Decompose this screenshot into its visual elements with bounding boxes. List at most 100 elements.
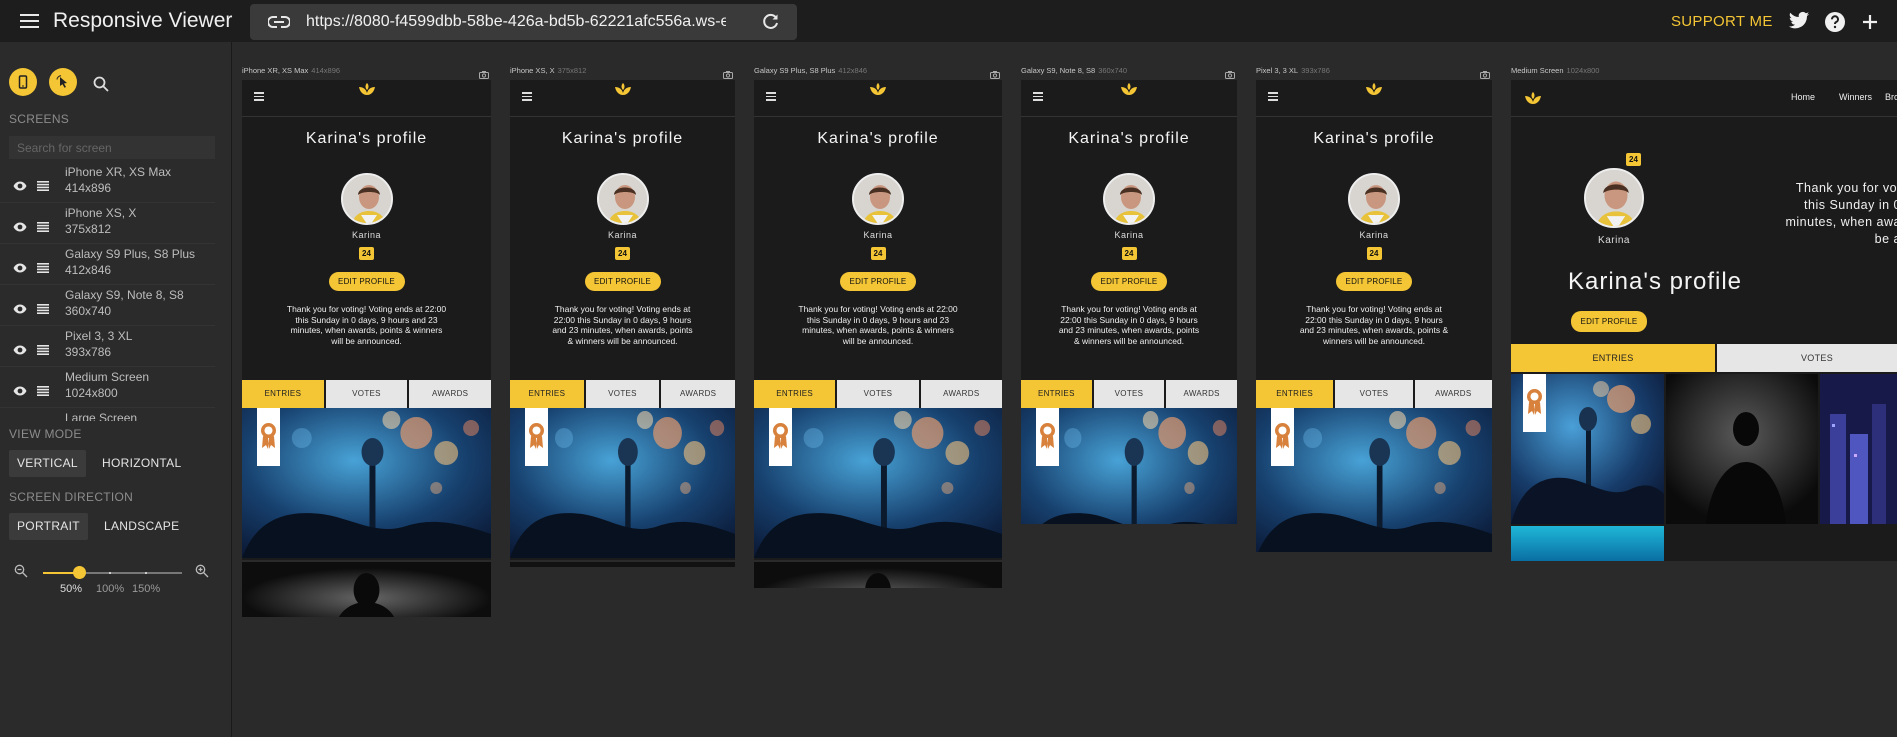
entry-thumbnail[interactable] [1256,408,1492,552]
medium-screen-preview[interactable]: Home Winners Bro 24 Karina Thank you for… [1511,80,1897,561]
drag-handle-icon[interactable] [37,260,49,278]
nav-winners-link[interactable]: Winners [1839,92,1872,102]
view-mode-horizontal-button[interactable]: HORIZONTAL [94,450,189,477]
entry-thumbnail[interactable] [1820,374,1897,524]
voting-message-line: and 23 minutes, when awards, points [1058,325,1200,335]
support-me-link[interactable]: SUPPORT ME [1671,13,1773,30]
landscape-button[interactable]: LANDSCAPE [96,513,187,540]
drag-handle-icon[interactable] [37,178,49,196]
tab-entries[interactable]: ENTRIES [242,380,324,408]
zoom-label-50[interactable]: 50% [60,583,82,595]
screen-dims: 393x786 [65,345,112,359]
zoom-label-100[interactable]: 100% [96,583,124,595]
drag-handle-icon[interactable] [37,383,49,401]
search-icon[interactable] [93,76,109,92]
twitter-icon[interactable] [1788,11,1810,31]
visibility-eye-icon[interactable] [13,383,27,401]
edit-profile-button[interactable]: EDIT PROFILE [584,272,661,291]
visibility-eye-icon[interactable] [13,342,27,360]
tab-entries[interactable]: ENTRIES [1511,344,1715,372]
entry-thumbnail[interactable] [1666,374,1818,524]
screen-search-input[interactable] [9,136,215,159]
edit-profile-button[interactable]: EDIT PROFILE [1091,272,1167,291]
screen-list-item[interactable]: iPhone XS, X 375x812 [0,204,215,244]
nav-browse-link[interactable]: Bro [1885,92,1897,102]
voting-message-line: Thank you for voting! Voting ends at [554,304,691,314]
tab-entries[interactable]: ENTRIES [754,380,836,408]
menu-icon[interactable] [1268,92,1278,103]
zoom-in-icon[interactable] [195,564,209,578]
device-preview-frame[interactable]: Karina's profile Karina 24 EDIT PROFILE Than… [242,80,491,617]
visibility-eye-icon[interactable] [13,301,27,319]
screen-list-item[interactable]: Large Screen [0,409,215,421]
tab-votes[interactable]: VOTES [1093,380,1165,408]
menu-icon[interactable] [766,92,776,103]
visibility-eye-icon[interactable] [13,219,27,237]
inspect-mode-button[interactable] [49,68,77,96]
tab-entries[interactable]: ENTRIES [510,380,584,408]
entry-thumbnail[interactable] [1511,374,1664,524]
drag-handle-icon[interactable] [37,301,49,319]
tab-awards[interactable]: AWARDS [920,380,1002,408]
portrait-button[interactable]: PORTRAIT [9,513,88,540]
device-preview-frame[interactable]: Karina's profile Karina 24 EDIT PROFILE Than… [1021,80,1237,524]
device-mode-button[interactable] [9,68,37,96]
phone-icon [18,75,28,89]
zoom-out-icon[interactable] [14,564,28,578]
tab-entries[interactable]: ENTRIES [1021,380,1092,408]
entry-thumbnail[interactable] [1511,526,1664,561]
tab-awards[interactable]: AWARDS [661,380,735,408]
screen-list-item[interactable]: Pixel 3, 3 XL 393x786 [0,327,215,367]
zoom-slider-thumb[interactable] [73,566,86,579]
screen-list-item[interactable]: Galaxy S9, Note 8, S8 360x740 [0,286,215,326]
device-preview-frame[interactable]: Karina's profile Karina 24 EDIT PROFILE Than… [754,80,1002,588]
entry-thumbnail[interactable] [242,408,491,558]
tab-awards[interactable]: AWARDS [1414,380,1492,408]
device-dims: 414x896 [311,66,341,75]
entry-thumbnail[interactable] [510,560,735,567]
edit-profile-button[interactable]: EDIT PROFILE [328,272,405,291]
tab-votes[interactable]: VOTES [585,380,660,408]
entry-thumbnail[interactable] [754,408,1002,558]
tab-votes[interactable]: VOTES [325,380,408,408]
edit-profile-button[interactable]: EDIT PROFILE [840,272,916,291]
user-name: Karina [1598,235,1630,246]
edit-profile-button[interactable]: EDIT PROFILE [1571,311,1647,332]
visibility-eye-icon[interactable] [13,178,27,196]
tab-votes[interactable]: VOTES [837,380,919,408]
tab-awards[interactable]: AWARDS [1166,380,1237,408]
view-mode-vertical-button[interactable]: VERTICAL [9,450,86,477]
add-icon[interactable] [1862,14,1878,30]
voting-message-line: will be announced. [842,335,914,346]
zoom-label-150[interactable]: 150% [132,583,160,595]
entry-thumbnail[interactable] [754,560,1002,588]
menu-icon[interactable] [20,14,39,28]
tab-awards[interactable]: AWARDS [409,380,491,408]
url-bar[interactable]: https://8080-f4599dbb-58be-426a-bd5b-622… [250,4,797,40]
tab-votes[interactable]: VOTES [1335,380,1413,408]
help-icon[interactable] [1824,11,1846,33]
drag-handle-icon[interactable] [37,342,49,360]
device-preview-frame[interactable]: Karina's profile Karina 24 EDIT PROFILE Than… [1256,80,1492,552]
entry-thumbnail[interactable] [242,560,491,617]
edit-profile-button[interactable]: EDIT PROFILE [1336,272,1412,291]
screen-list-item[interactable]: Galaxy S9 Plus, S8 Plus 412x846 [0,245,215,285]
menu-icon[interactable] [522,92,532,103]
device-name: Galaxy S9 Plus, S8 Plus [754,66,836,75]
menu-icon[interactable] [1033,92,1043,103]
tab-entries[interactable]: ENTRIES [1256,380,1334,408]
url-input[interactable]: https://8080-f4599dbb-58be-426a-bd5b-622… [306,13,726,31]
visibility-eye-icon[interactable] [13,260,27,278]
reload-icon[interactable] [762,13,780,31]
nav-home-link[interactable]: Home [1791,92,1815,102]
award-icon [261,423,276,449]
award-ribbon [257,408,280,466]
entry-thumbnail[interactable] [510,408,735,558]
tab-votes[interactable]: VOTES [1717,344,1897,372]
entry-thumbnail[interactable] [1021,408,1237,524]
device-preview-frame[interactable]: Karina's profile Karina 24 EDIT PROFILE Than… [510,80,735,567]
drag-handle-icon[interactable] [37,219,49,237]
screen-list-item[interactable]: Medium Screen 1024x800 [0,368,215,408]
menu-icon[interactable] [254,92,264,103]
screen-list-item[interactable]: iPhone XR, XS Max 414x896 [0,163,215,203]
